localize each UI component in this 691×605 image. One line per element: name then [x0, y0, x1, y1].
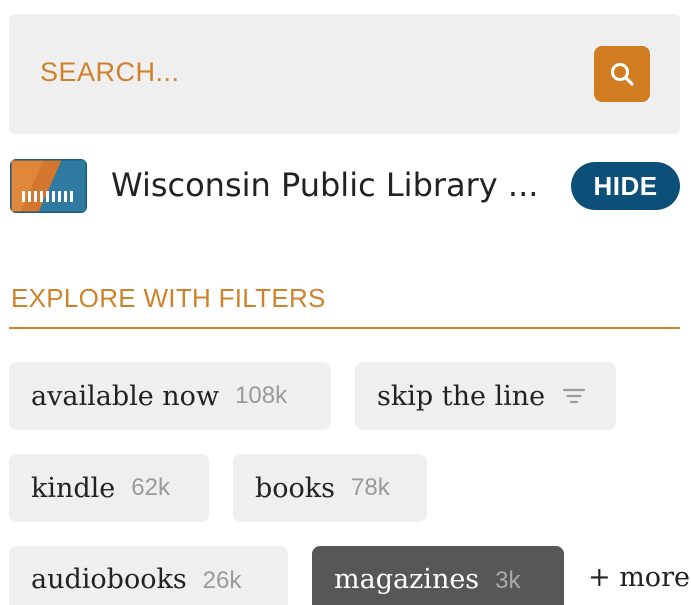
chip-label: skip the line	[377, 380, 546, 412]
search-button[interactable]	[594, 46, 650, 102]
chip-label: available now	[31, 380, 220, 412]
chip-count: 62k	[131, 474, 170, 501]
filter-chip-skip-the-line[interactable]: skip the line	[355, 362, 616, 430]
filter-chip-books[interactable]: books 78k	[233, 454, 427, 522]
filter-chip-kindle[interactable]: kindle 62k	[9, 454, 209, 522]
library-logo	[10, 159, 87, 213]
library-row: Wisconsin Public Library ... HIDE	[10, 156, 681, 216]
filters-divider	[9, 327, 680, 329]
library-name[interactable]: Wisconsin Public Library ...	[111, 166, 538, 204]
chip-label: books	[255, 472, 336, 504]
search-bar[interactable]: SEARCH...	[9, 14, 680, 134]
chip-label: audiobooks	[31, 564, 187, 595]
search-placeholder[interactable]: SEARCH...	[40, 57, 180, 88]
filter-chip-available-now[interactable]: available now 108k	[9, 362, 331, 430]
chip-count: 78k	[351, 474, 390, 501]
chip-label: magazines	[334, 564, 480, 595]
chip-count: 108k	[235, 382, 288, 409]
chip-label: kindle	[31, 472, 116, 504]
filter-chip-audiobooks[interactable]: audiobooks 26k	[9, 546, 288, 605]
more-filters-link[interactable]: + more	[588, 562, 690, 593]
filter-lines-icon	[563, 387, 586, 405]
filter-chip-magazines[interactable]: magazines 3k	[312, 546, 564, 605]
hide-button[interactable]: HIDE	[571, 162, 680, 210]
chip-count: 26k	[202, 567, 242, 594]
chip-count: 3k	[495, 567, 521, 594]
filters-heading: EXPLORE WITH FILTERS	[11, 283, 326, 313]
search-icon	[609, 61, 635, 87]
